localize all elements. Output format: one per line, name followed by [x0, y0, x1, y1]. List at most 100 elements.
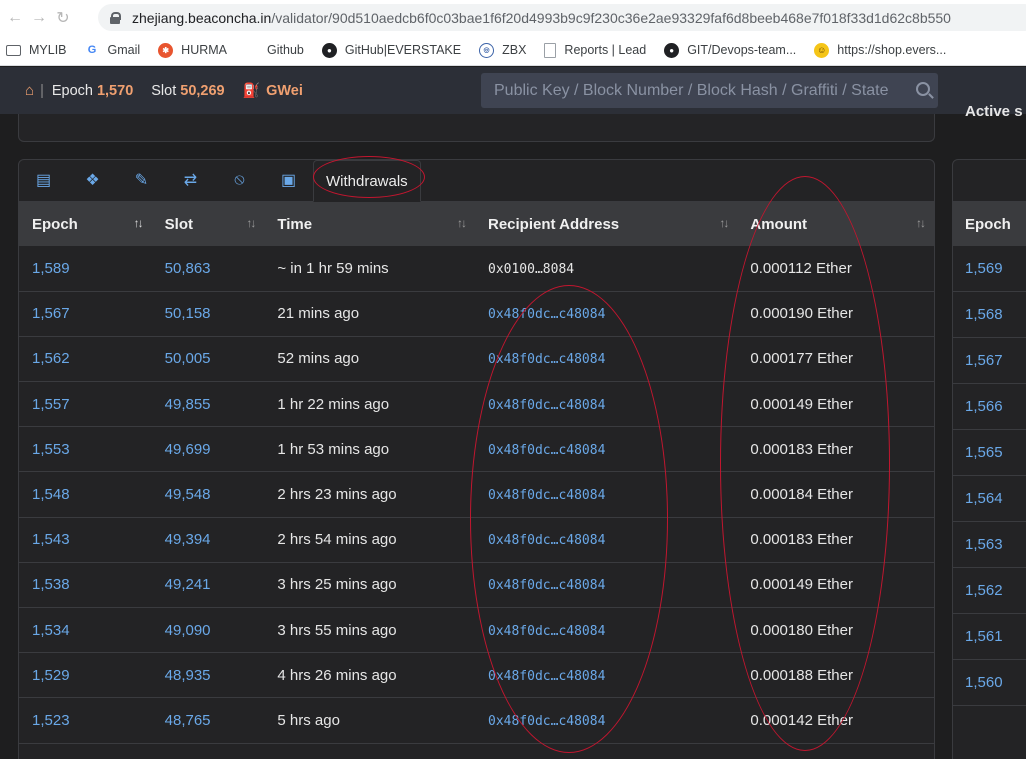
right-epoch-link[interactable]: 1,562: [953, 568, 1026, 614]
bookmark-label: GIT/Devops-team...: [687, 43, 797, 57]
column-header-recipient[interactable]: Recipient Address ↑↓: [475, 202, 737, 246]
right-epoch-link[interactable]: 1,561: [953, 614, 1026, 660]
sync-icon: ⇄: [183, 172, 198, 189]
tab-slashings[interactable]: ⦸: [215, 160, 264, 201]
recipient-address[interactable]: 0x48f0dc…c48084: [488, 352, 605, 367]
gas-label: GWei: [266, 82, 303, 99]
cell-time: 3 hrs 55 mins ago: [277, 621, 397, 639]
recipient-address[interactable]: 0x48f0dc…c48084: [488, 578, 605, 593]
slot-link[interactable]: 49,090: [165, 622, 211, 639]
bookmark-hurma[interactable]: ✱ HURMA: [158, 42, 227, 58]
slot-link[interactable]: 48,765: [165, 712, 211, 729]
recipient-address[interactable]: 0x48f0dc…c48084: [488, 533, 605, 548]
column-label: Time: [277, 215, 313, 233]
recipient-address[interactable]: 0x48f0dc…c48084: [488, 624, 605, 639]
cell-amount: 0.000112 Ether: [750, 259, 852, 277]
slot-link[interactable]: 50,005: [165, 350, 211, 367]
epoch-link[interactable]: 1,523: [32, 712, 70, 729]
epoch-link[interactable]: 1,553: [32, 441, 70, 458]
overview-card: [18, 114, 935, 142]
back-arrow-icon[interactable]: ←: [4, 9, 26, 27]
column-header-epoch[interactable]: Epoch ↑↓: [19, 202, 152, 246]
tab-chart-edit[interactable]: ✎: [117, 160, 166, 201]
slot-link[interactable]: 48,935: [165, 667, 211, 684]
cell-slot: 50,158: [152, 291, 265, 336]
table-row: 1,543 49,394 2 hrs 54 mins ago 0x48f0dc…c48…: [19, 517, 934, 563]
right-epoch-link[interactable]: 1,564: [953, 476, 1026, 522]
epoch-link[interactable]: 1,538: [32, 576, 70, 593]
bookmark-github-everstake[interactable]: ● GitHub|EVERSTAKE: [321, 42, 461, 58]
epoch-link[interactable]: 1,567: [32, 305, 70, 322]
right-epoch-link[interactable]: 1,565: [953, 430, 1026, 476]
gas-indicator[interactable]: ⛽ GWei: [243, 82, 303, 99]
table-header: Epoch ↑↓ Slot ↑↓ Time ↑↓ Recipient Address ↑…: [19, 202, 934, 246]
recipient-address[interactable]: 0x48f0dc…c48084: [488, 669, 605, 684]
right-panel-tabs: [953, 160, 1026, 202]
reload-icon[interactable]: ↻: [52, 8, 74, 28]
recipient-address[interactable]: 0x48f0dc…c48084: [488, 714, 605, 729]
forward-arrow-icon[interactable]: →: [28, 9, 50, 27]
slot-indicator: Slot 50,269: [151, 83, 224, 99]
column-header-time[interactable]: Time ↑↓: [264, 202, 475, 246]
recipient-address[interactable]: 0x48f0dc…c48084: [488, 307, 605, 322]
bookmark-zbx[interactable]: ◎ ZBX: [479, 42, 526, 58]
tab-sync[interactable]: ⇄: [166, 160, 215, 201]
right-epoch-link[interactable]: 1,563: [953, 522, 1026, 568]
right-panel-title: Active s: [965, 103, 1023, 120]
slot-link[interactable]: 50,863: [165, 260, 211, 277]
search-icon[interactable]: [916, 82, 930, 96]
epoch-link[interactable]: 1,562: [32, 350, 70, 367]
bookmark-git-devops[interactable]: ● GIT/Devops-team...: [664, 42, 797, 58]
epoch-link[interactable]: 1,529: [32, 667, 70, 684]
cell-slot: 48,935: [152, 653, 265, 698]
bookmark-github[interactable]: Github: [267, 43, 304, 57]
column-header-amount[interactable]: Amount ↑↓: [737, 202, 934, 246]
cell-epoch: 1,543: [19, 517, 152, 562]
bookmark-shop[interactable]: ☺ https://shop.evers...: [814, 42, 946, 58]
tab-blocks[interactable]: ❖: [68, 160, 117, 201]
column-header-slot[interactable]: Slot ↑↓: [152, 202, 265, 246]
table-row: 1,562 50,005 52 mins ago 0x48f0dc…c48084 0.0…: [19, 336, 934, 382]
right-epoch-link[interactable]: 1,567: [953, 338, 1026, 384]
right-column-header-epoch[interactable]: Epoch: [953, 202, 1026, 246]
bookmark-gmail[interactable]: G Gmail: [85, 43, 140, 58]
cell-slot: 50,863: [152, 246, 265, 291]
cell-recipient: 0x48f0dc…c48084: [475, 336, 737, 381]
epoch-link[interactable]: 1,589: [32, 260, 70, 277]
epoch-label: Epoch: [51, 82, 93, 99]
tab-withdrawals[interactable]: Withdrawals: [313, 160, 421, 202]
bookmark-reports[interactable]: Reports | Lead: [544, 42, 647, 58]
bookmark-label: Reports | Lead: [564, 43, 647, 57]
recipient-address[interactable]: 0x48f0dc…c48084: [488, 398, 605, 413]
cell-slot: 49,394: [152, 517, 265, 562]
slot-link[interactable]: 50,158: [165, 305, 211, 322]
column-label: Amount: [750, 215, 808, 233]
epoch-link[interactable]: 1,543: [32, 531, 70, 548]
recipient-address[interactable]: 0x48f0dc…c48084: [488, 488, 605, 503]
right-epoch-link[interactable]: 1,560: [953, 660, 1026, 706]
slot-link[interactable]: 49,241: [165, 576, 211, 593]
cell-slot: 50,005: [152, 336, 265, 381]
tab-wallet[interactable]: ▣: [264, 160, 313, 201]
cell-recipient: 0x0100…8084: [475, 246, 737, 291]
bookmark-mylib[interactable]: MYLIB: [0, 43, 67, 57]
slot-link[interactable]: 49,394: [165, 531, 211, 548]
tab-bar-chart[interactable]: ▤: [19, 160, 68, 201]
browser-toolbar: ← → ↻ zhejiang.beaconcha.in/validator/90…: [0, 0, 1026, 35]
search-input[interactable]: [494, 81, 894, 100]
cell-amount: 0.000149 Ether: [750, 576, 853, 594]
epoch-link[interactable]: 1,548: [32, 486, 70, 503]
slot-link[interactable]: 49,855: [165, 396, 211, 413]
epoch-link[interactable]: 1,534: [32, 622, 70, 639]
right-epoch-link[interactable]: 1,566: [953, 384, 1026, 430]
slot-link[interactable]: 49,699: [165, 441, 211, 458]
epoch-link[interactable]: 1,557: [32, 396, 70, 413]
right-epoch-link[interactable]: 1,568: [953, 292, 1026, 338]
recipient-address[interactable]: 0x48f0dc…c48084: [488, 443, 605, 458]
table-row: 1,567 50,158 21 mins ago 0x48f0dc…c48084 0.0…: [19, 291, 934, 337]
address-bar[interactable]: zhejiang.beaconcha.in/validator/90d510ae…: [98, 4, 1026, 31]
home-icon[interactable]: ⌂: [25, 82, 34, 99]
right-epoch-link[interactable]: 1,569: [953, 246, 1026, 292]
app-navbar: ⌂ | Epoch 1,570 Slot 50,269 ⛽ GWei: [0, 67, 1026, 114]
slot-link[interactable]: 49,548: [165, 486, 211, 503]
